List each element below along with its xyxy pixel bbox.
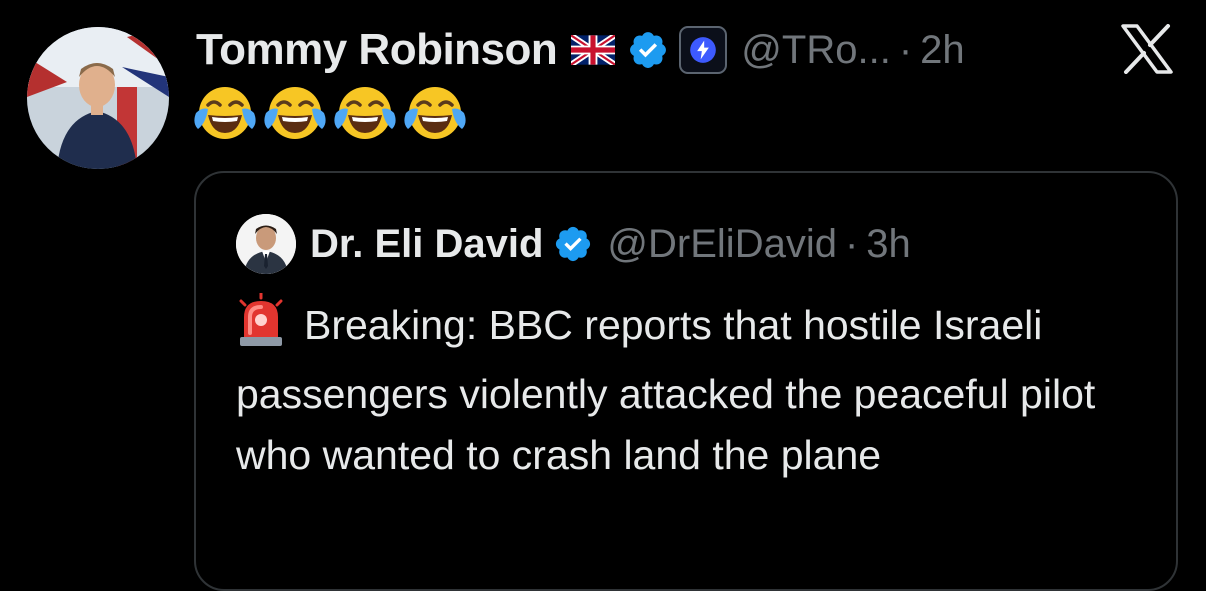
face-with-tears-of-joy-icon xyxy=(404,85,466,143)
tweet-header: Tommy Robinson @TRo... · 2h xyxy=(196,18,965,82)
quoted-tweet-body: Breaking: BBC reports that hostile Israe… xyxy=(236,302,1096,478)
police-siren-icon xyxy=(236,291,286,364)
quoted-tweet-card[interactable]: Dr. Eli David @DrEliDavid · 3h Breaking:… xyxy=(194,171,1178,591)
tweet-text xyxy=(194,82,466,146)
author-handle[interactable]: @TRo... xyxy=(741,28,891,73)
quoted-author-display-name[interactable]: Dr. Eli David xyxy=(310,222,543,267)
quoted-author-handle[interactable]: @DrEliDavid xyxy=(607,222,837,267)
quoted-author-avatar[interactable] xyxy=(236,214,296,274)
quoted-tweet-header: Dr. Eli David @DrEliDavid · 3h xyxy=(236,213,911,275)
face-with-tears-of-joy-icon xyxy=(334,85,396,143)
face-with-tears-of-joy-icon xyxy=(264,85,326,143)
quoted-tweet-text: Breaking: BBC reports that hostile Israe… xyxy=(236,291,1136,486)
author-display-name[interactable]: Tommy Robinson xyxy=(196,25,558,75)
verified-icon[interactable] xyxy=(627,29,669,71)
x-logo-icon xyxy=(1120,24,1174,74)
affiliate-bolt-icon[interactable] xyxy=(679,26,728,74)
separator-dot: · xyxy=(898,27,913,72)
tweet-timestamp[interactable]: 2h xyxy=(920,28,965,73)
face-with-tears-of-joy-icon xyxy=(194,85,256,143)
author-avatar[interactable] xyxy=(27,27,169,169)
quoted-tweet-timestamp[interactable]: 3h xyxy=(866,222,911,267)
separator-dot: · xyxy=(844,221,859,266)
uk-flag-icon xyxy=(571,35,616,65)
verified-icon[interactable] xyxy=(553,224,593,264)
